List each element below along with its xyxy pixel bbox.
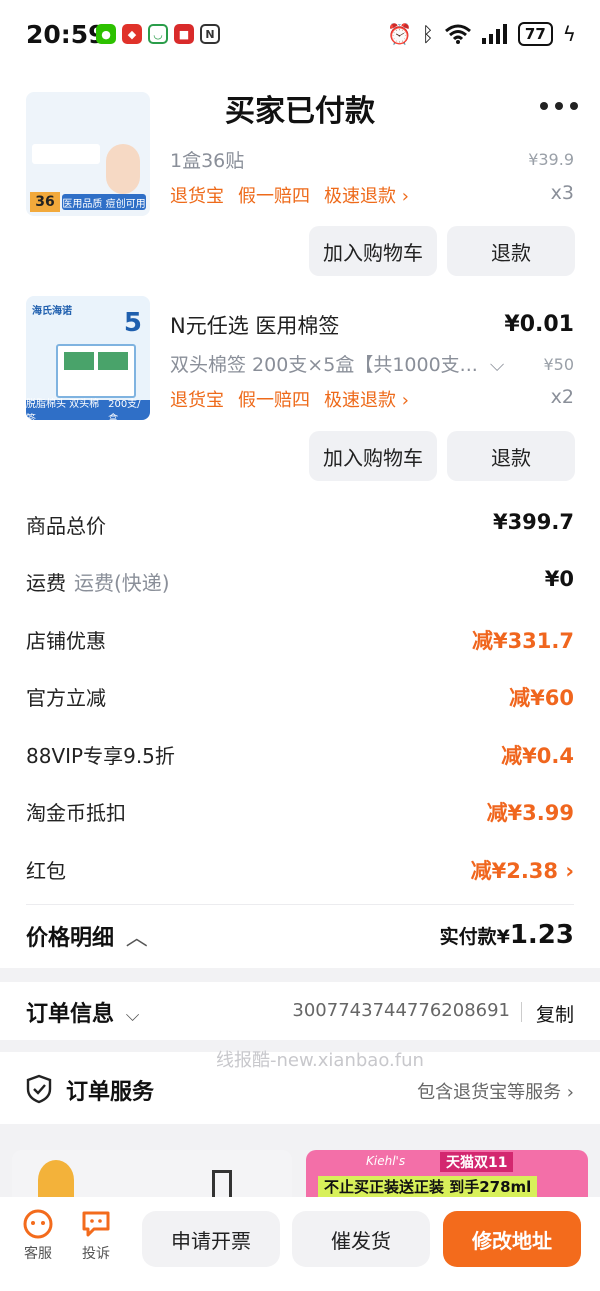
- refund-button[interactable]: 退款: [447, 226, 575, 276]
- thumb-caption: 医用品质 痘创可用: [62, 194, 146, 210]
- item-1-spec: 1盒36贴: [170, 150, 245, 172]
- price-row-vip-discount: 88VIP专享9.5折 减¥0.4: [26, 744, 574, 768]
- apply-invoice-button[interactable]: 申请开票: [142, 1211, 280, 1267]
- bluetooth-icon: ᛒ: [421, 22, 434, 46]
- promo-banner-left[interactable]: [12, 1150, 292, 1200]
- alarm-icon: ⏰: [387, 22, 412, 46]
- service-face-icon: [23, 1209, 53, 1239]
- more-menu-icon[interactable]: [540, 102, 578, 110]
- product-thumbnail-1[interactable]: 36 医用品质 痘创可用: [26, 92, 150, 216]
- complain-button[interactable]: 投诉: [74, 1209, 118, 1263]
- thumb-caption-2: 200支/盒: [108, 399, 141, 420]
- bottom-action-bar: 客服 投诉 申请开票 催发货 修改地址: [0, 1197, 600, 1291]
- divider: [521, 1002, 522, 1022]
- signal-icon: [481, 24, 507, 44]
- chevron-down-icon: ⌵: [489, 354, 505, 376]
- item-1-tags: 退货宝 假一赔四 极速退款 ›: [170, 182, 409, 208]
- item-2-tags: 退货宝 假一赔四 极速退款 ›: [170, 386, 409, 412]
- order-service-value: 包含退货宝等服务 ›: [417, 1082, 574, 1103]
- refund-button[interactable]: 退款: [447, 431, 575, 481]
- charging-icon: ϟ: [562, 22, 576, 46]
- item-2-name[interactable]: N元任选 医用棉签: [170, 310, 339, 340]
- order-items-card: 36 医用品质 痘创可用 1盒36贴 ¥39.9 退货宝 假一赔四 极速退款 ›…: [0, 92, 600, 968]
- thumb-badge: 36: [30, 192, 60, 212]
- thumb-badge: 5: [123, 308, 142, 338]
- price-row-total: 商品总价 ¥399.7: [26, 510, 574, 538]
- price-row-coin-deduction: 淘金币抵扣 减¥3.99: [26, 801, 574, 825]
- shield-check-icon: [26, 1074, 52, 1104]
- tag-fast-refund[interactable]: 极速退款 ›: [324, 182, 409, 208]
- status-bar: 20:59 ● ◆ ◡ ■ N ⏰ ᛒ 77 ϟ: [0, 0, 600, 72]
- order-service-label: 订单服务: [66, 1080, 155, 1105]
- store-icon: ◆: [122, 24, 142, 44]
- price-row-red-packet[interactable]: 红包 减¥2.38 ›: [26, 851, 574, 891]
- tag-fast-refund[interactable]: 极速退款 ›: [324, 386, 409, 412]
- price-row-store-discount: 店铺优惠 减¥331.7: [26, 629, 574, 653]
- wechat-icon: ●: [96, 24, 116, 44]
- app-icon: ■: [174, 24, 194, 44]
- banner-slogan: 不止买正装送正装 到手278ml: [318, 1176, 538, 1197]
- mi-icon: ◡: [148, 24, 168, 44]
- item-2-orig-price: ¥50: [543, 355, 574, 374]
- banner-brand: Kiehl's: [366, 1154, 406, 1168]
- tag-fake-compensation: 假一赔四: [238, 390, 310, 411]
- promo-banner-right[interactable]: Kiehl's 天猫双11 不止买正装送正装 到手278ml: [306, 1150, 588, 1200]
- wifi-icon: [444, 24, 471, 44]
- item-2-qty: x2: [550, 386, 574, 408]
- price-row-shipping: 运费 运费(快递) ¥0: [26, 567, 574, 595]
- tag-return-insurance: 退货宝: [170, 186, 224, 207]
- item-2-price: ¥0.01: [504, 312, 574, 337]
- watermark-text: 线报酷-new.xianbao.fun: [216, 1050, 424, 1071]
- chevron-down-icon: ⌵: [125, 1005, 140, 1026]
- tag-return-insurance: 退货宝: [170, 390, 224, 411]
- order-info-toggle[interactable]: 订单信息 ⌵: [26, 996, 139, 1028]
- battery-indicator: 77: [517, 22, 553, 46]
- thumb-brand: 海氏海诺: [32, 306, 72, 317]
- add-to-cart-button[interactable]: 加入购物车: [309, 431, 437, 481]
- add-to-cart-button[interactable]: 加入购物车: [309, 226, 437, 276]
- tag-fake-compensation: 假一赔四: [238, 186, 310, 207]
- paid-amount: 实付款¥1.23: [439, 920, 574, 950]
- order-number: 3007743744776208691: [292, 1000, 510, 1021]
- price-detail-toggle[interactable]: 价格明细 ︿: [26, 920, 148, 952]
- urge-shipping-button[interactable]: 催发货: [292, 1211, 430, 1267]
- change-address-button[interactable]: 修改地址: [443, 1211, 581, 1267]
- item-1-orig-price: ¥39.9: [528, 150, 574, 169]
- price-row-official-discount: 官方立减 减¥60: [26, 686, 574, 710]
- product-thumbnail-2[interactable]: 海氏海诺 5 脱脂棉头 双头棉签 200支/盒: [26, 296, 150, 420]
- nfc-icon: N: [200, 24, 220, 44]
- item-2-spec[interactable]: 双头棉签 200支×5盒【共1000支... ⌵: [170, 350, 504, 377]
- thumb-caption: 脱脂棉头 双头棉签: [26, 399, 100, 420]
- status-time: 20:59: [26, 20, 106, 49]
- copy-order-button[interactable]: 复制: [536, 1000, 574, 1027]
- divider: [26, 904, 574, 905]
- customer-service-button[interactable]: 客服: [16, 1209, 60, 1263]
- message-icon: [82, 1211, 110, 1237]
- item-1-qty: x3: [550, 182, 574, 204]
- order-info-section: 订单信息 ⌵ 3007743744776208691 复制: [0, 982, 600, 1040]
- banner-event: 天猫双11: [440, 1152, 514, 1172]
- chevron-up-icon: ︿: [125, 926, 148, 951]
